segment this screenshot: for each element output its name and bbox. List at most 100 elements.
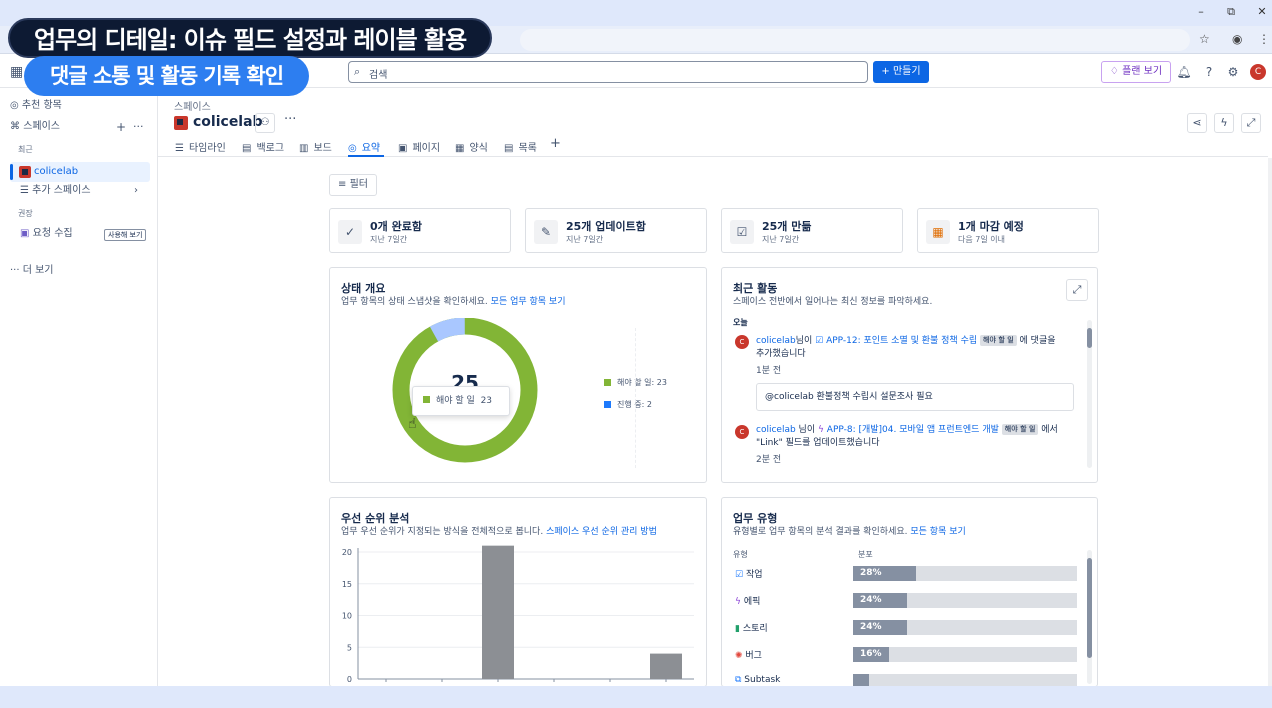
view-plans-button[interactable]: ♢ 플랜 보기 [1101,61,1171,83]
section-recent: 최근 [18,145,33,154]
user-avatar[interactable]: C [1250,64,1266,80]
activity-item: colicelab 님이 ϟ APP-8: [개발]04. 모바일 앱 프런트엔… [756,424,1058,435]
main-scrollbar[interactable] [1268,158,1272,686]
app-switcher-icon[interactable]: ▦ [10,64,23,80]
fullscreen-icon[interactable]: ⤢ [1241,113,1261,133]
activity-avatar: C [735,425,749,439]
priority-analysis-panel: 우선 순위 분석 업무 우선 순위가 지정되는 방식을 전체적으로 봅니다. 스… [329,497,707,687]
sidebar: ◎ 추천 항목 ⌘ 스페이스 + ··· 최근 colicelab ☰ 추가 스… [0,88,158,686]
y-tick-label: 15 [342,580,352,589]
more-icon[interactable]: ··· [133,120,144,133]
work-type-label: ▮ 스토리 [735,624,768,634]
distribution-bar[interactable]: 24% [853,593,1077,608]
activity-time: 1분 전 [756,366,782,376]
stat-card-completed[interactable]: ✓ 0개 완료함 지난 7일간 [329,208,511,253]
all-items-link[interactable]: 모든 항목 보기 [910,527,965,537]
section-recommended: 권장 [18,209,33,218]
sidebar-item-recommended[interactable]: ◎ 추천 항목 [10,97,62,115]
sidebar-item-request-collection[interactable]: ▣ 요청 수집 [20,225,73,243]
filter-icon: ≡ [338,179,350,190]
page-title: colicelab [193,114,263,130]
try-badge[interactable]: 사용해 보기 [104,229,147,241]
stat-card-created[interactable]: ☑ 25개 만듦 지난 7일간 [721,208,903,253]
priority-help-link[interactable]: 스페이스 우선 순위 관리 방법 [546,527,657,537]
column-type-header: 유형 [733,550,748,559]
y-tick-label: 5 [347,643,352,652]
search-icon: ⌕ [354,65,361,78]
activity-scrollbar[interactable] [1087,320,1092,468]
share-icon[interactable]: ⋖ [1187,113,1207,133]
globe-icon: ◎ [348,143,357,154]
work-type-label: ϟ 에픽 [735,597,761,607]
restore-icon[interactable]: ⧉ [1224,5,1238,19]
bar-6[interactable] [650,653,682,679]
url-field[interactable] [520,29,1190,51]
add-space-icon[interactable]: + [116,120,126,134]
notifications-icon[interactable]: 🔔︎ [1176,64,1192,80]
tab-pages[interactable]: ▣ 페이지 [398,139,440,154]
browser-menu-icon[interactable]: ⋮ [1258,32,1270,46]
more-dots-icon: ··· [10,265,23,276]
add-tab-icon[interactable]: + [550,136,561,151]
distribution-bar-fill: 24% [853,620,908,635]
tab-summary[interactable]: ◎ 요약 [348,139,380,154]
bar-3[interactable] [482,545,514,679]
epic-icon: ϟ [735,597,744,607]
tab-timeline[interactable]: ☰ 타임라인 [175,139,226,154]
types-scrollbar[interactable] [1087,550,1092,684]
distribution-bar[interactable]: 16% [853,647,1077,662]
task-icon: ☑ [815,336,824,346]
sidebar-item-more-spaces[interactable]: ☰ 추가 스페이스 [20,182,91,200]
sidebar-item-more[interactable]: ··· 더 보기 [10,262,54,280]
minimize-icon[interactable]: – [1194,5,1208,18]
activity-time: 2분 전 [756,455,782,465]
people-icon[interactable]: ⚇ [255,113,275,133]
profile-icon[interactable]: ◉ [1232,32,1242,46]
story-icon: ▮ [735,624,743,634]
issue-link[interactable]: APP-8: [개발]04. 모바일 앱 프런트엔드 개발 [827,425,999,435]
tab-forms[interactable]: ▦ 양식 [455,139,488,154]
work-type-label: ☑ 작업 [735,570,763,580]
automation-icon[interactable]: ϟ [1214,113,1234,133]
scroll-thumb[interactable] [1087,328,1092,348]
activity-item: colicelab님이 ☑ APP-12: 포인트 소멸 및 환불 정책 수립 … [756,335,1056,346]
scroll-thumb[interactable] [1087,558,1092,658]
comment-preview[interactable]: @colicelab 환불정책 수립시 설문조사 필요 [756,383,1074,411]
timeline-icon: ☰ [175,143,184,154]
sidebar-item-spaces[interactable]: ⌘ 스페이스 [10,118,60,136]
stat-card-updated[interactable]: ✎ 25개 업데이트함 지난 7일간 [525,208,707,253]
issue-link[interactable]: APP-12: 포인트 소멸 및 환불 정책 수립 [826,336,977,346]
day-label: 오늘 [733,318,748,327]
tab-backlog[interactable]: ▤ 백로그 [242,139,284,154]
distribution-bar[interactable]: 28% [853,566,1077,581]
user-link[interactable]: colicelab [756,336,796,346]
bookmark-star-icon[interactable]: ☆ [1199,32,1210,46]
created-icon: ☑ [730,220,754,244]
backlog-icon: ▤ [242,143,252,154]
priority-bar-chart: 0 5 10 15 20 [342,545,694,684]
user-link[interactable]: colicelab [756,425,796,435]
sidebar-item-colicelab[interactable]: colicelab [10,162,150,182]
taskbar [0,686,1272,708]
filter-button[interactable]: ≡ 필터 [329,174,377,196]
more-actions-icon[interactable]: ··· [284,112,296,127]
legend-in-progress: 진행 중: 2 [604,399,652,410]
chevron-right-icon[interactable]: › [134,185,138,196]
tab-list[interactable]: ▤ 목록 [504,139,537,154]
close-icon[interactable]: ✕ [1255,5,1269,18]
search-input[interactable]: ⌕ 검색 [348,61,868,83]
create-button[interactable]: + 만들기 [873,61,929,83]
chart-tooltip: 해야 할 일 23 [412,386,510,416]
all-items-link[interactable]: 모든 업무 항목 보기 [491,297,566,307]
help-icon[interactable]: ? [1201,64,1217,80]
project-icon [19,166,31,178]
distribution-bar-fill: 16% [853,647,890,662]
stat-card-due[interactable]: ▦ 1개 마감 예정 다음 7일 이내 [917,208,1099,253]
settings-icon[interactable]: ⚙ [1225,64,1241,80]
tab-board[interactable]: ▥ 보드 [299,139,332,154]
breadcrumb[interactable]: 스페이스 [174,98,211,113]
epic-icon: ϟ [817,425,824,435]
expand-icon[interactable]: ⤢ [1066,279,1088,301]
activity-avatar: C [735,335,749,349]
distribution-bar[interactable]: 24% [853,620,1077,635]
